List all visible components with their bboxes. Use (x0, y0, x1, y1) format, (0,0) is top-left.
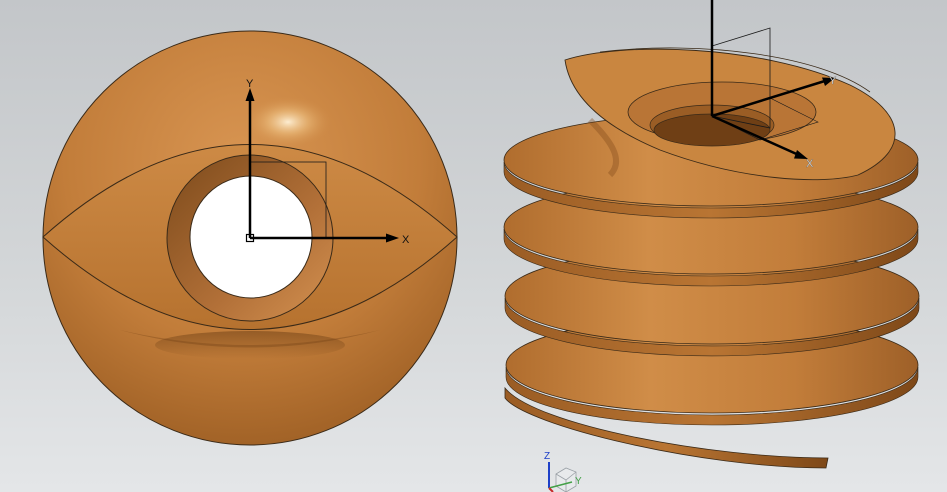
view-triad[interactable]: Z Y (544, 451, 582, 492)
cad-viewport[interactable]: Y X Y X Z Y (0, 0, 947, 492)
front-specular-highlight (243, 96, 333, 148)
triad-x-axis (548, 487, 554, 492)
triad-y-label: Y (575, 476, 582, 487)
front-x-axis-label: X (402, 234, 410, 246)
front-saddle-shadow (155, 331, 345, 359)
iso-x-axis-label: X (806, 158, 814, 170)
triad-z-label: Z (544, 451, 550, 462)
front-y-axis-label: Y (246, 78, 254, 90)
model-graphics[interactable]: Y X Y X Z Y (0, 0, 947, 492)
iso-through-hole[interactable] (653, 113, 771, 147)
iso-y-axis-label: Y (829, 75, 837, 87)
